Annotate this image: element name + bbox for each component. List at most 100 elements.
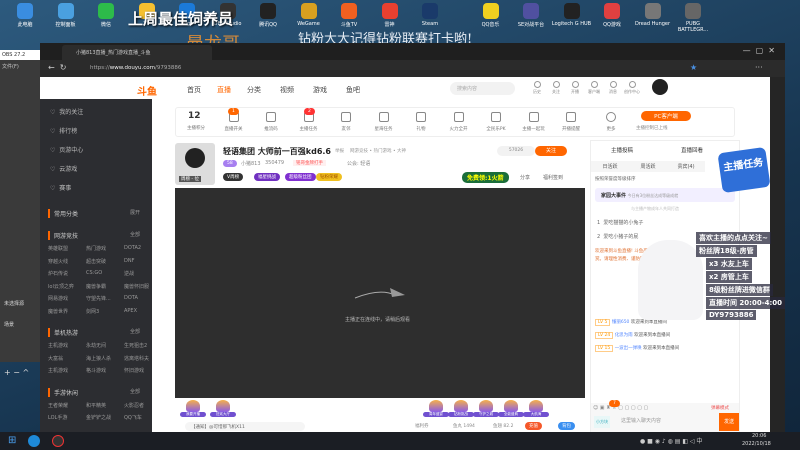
- toolbar-item[interactable]: 主播一起玩: [514, 112, 554, 132]
- category-link[interactable]: 火影忍者: [124, 402, 144, 409]
- toolbar-item[interactable]: 火力全开: [439, 112, 479, 132]
- tab-replay[interactable]: 直播回看: [681, 146, 703, 154]
- desktop-icon[interactable]: QQ音乐: [471, 3, 511, 28]
- toolbar-item[interactable]: 礼物: [401, 112, 441, 132]
- welfare-button[interactable]: 福利券: [415, 423, 429, 429]
- gift-item[interactable]: 周年盛宴: [423, 400, 449, 417]
- start-icon[interactable]: ⊞: [8, 435, 16, 446]
- desktop-icon[interactable]: QQ游戏: [592, 3, 632, 28]
- toolbar-item[interactable]: 推流码: [251, 112, 291, 132]
- header-icon-button[interactable]: 关注: [547, 81, 565, 95]
- obs-menu[interactable]: 文件(F): [2, 63, 19, 70]
- chat-username[interactable]: 一波出一弹唤: [615, 346, 642, 351]
- favorite-star-icon[interactable]: ★: [690, 63, 697, 72]
- follow-button[interactable]: 关注: [535, 146, 567, 156]
- url-input[interactable]: https://www.douyu.com/9793886: [80, 63, 760, 74]
- desktop-icon[interactable]: Steam: [410, 3, 450, 27]
- nav-item[interactable]: 游戏: [313, 85, 327, 95]
- notice-bar[interactable]: 【通知】@可惜那飞机X11: [185, 422, 305, 431]
- header-icon-button[interactable]: 消息: [604, 81, 622, 95]
- toolbar-item[interactable]: 直播开关: [214, 112, 254, 132]
- category-link[interactable]: DOTA2: [124, 245, 141, 251]
- category-link[interactable]: 超击突破: [86, 258, 106, 265]
- header-icon-button[interactable]: 历史: [528, 81, 546, 95]
- category-link[interactable]: 主机游戏: [48, 367, 68, 374]
- toolbar-item[interactable]: 主播任务: [289, 112, 329, 132]
- sidebar-item[interactable]: ♡ 排行榜: [50, 126, 77, 135]
- streamer-tag[interactable]: 钻粉荣耀: [316, 173, 342, 181]
- window-controls[interactable]: — ▢ ✕: [743, 46, 775, 55]
- sidebar-item[interactable]: ♡ 页游中心: [50, 145, 83, 154]
- obs-window[interactable]: OBS 27.2 文件(F) 未选择源 场景 + − ^: [0, 50, 42, 377]
- nav-item[interactable]: 鱼吧: [346, 85, 360, 95]
- chat-tab[interactable]: 周活跃: [629, 161, 667, 172]
- video-player[interactable]: 主播正在连线中，请稍后观看: [175, 188, 585, 398]
- category-link[interactable]: 永劫无间: [86, 342, 106, 349]
- nav-item[interactable]: 视频: [280, 85, 294, 95]
- desktop-icon[interactable]: Dread Hunger: [633, 3, 673, 27]
- streamer-tag[interactable]: 福星挑战: [254, 173, 280, 181]
- desktop-icon[interactable]: 微信: [86, 3, 126, 28]
- category-link[interactable]: 英雄联盟: [48, 245, 68, 252]
- section-more-link[interactable]: 展开: [130, 209, 140, 216]
- category-link[interactable]: 怀旧游戏: [124, 367, 144, 374]
- rank-row[interactable]: 2 爱吃小猪子的屁: [597, 233, 638, 240]
- streamer-avatar[interactable]: 周榜 - 位: [175, 143, 215, 185]
- tray-icons[interactable]: ● ■ ◉ ♪ ◍ ▤ ◧ ◁ 中: [640, 436, 702, 445]
- chat-input[interactable]: 这里输入聊天内容: [621, 417, 661, 424]
- send-button[interactable]: 发送: [719, 413, 739, 431]
- share-button[interactable]: 分享: [520, 174, 530, 181]
- tab-anchor-post[interactable]: 主播投稿: [611, 146, 633, 154]
- desktop-icon[interactable]: SE对战平台: [511, 3, 551, 28]
- category-link[interactable]: 海上狼人杀: [86, 355, 111, 362]
- header-icon-button[interactable]: 客户端: [585, 81, 603, 95]
- header-icon-button[interactable]: 创作中心: [623, 81, 641, 95]
- gift-item[interactable]: 大航海: [523, 400, 549, 417]
- chat-username[interactable]: 懂丽650: [612, 320, 630, 325]
- category-link[interactable]: 金铲铲之战: [86, 414, 111, 421]
- toolbar-item-more[interactable]: 更多: [591, 112, 631, 132]
- barrage-mode[interactable]: 弹幕模式: [711, 405, 729, 411]
- category-link[interactable]: lol云顶之弈: [48, 283, 74, 290]
- gift-item[interactable]: 全能盛典: [498, 400, 524, 417]
- desktop-icon[interactable]: 控制面板: [46, 3, 86, 28]
- desktop-icon[interactable]: 斗鱼TV: [329, 3, 369, 28]
- sidebar-item[interactable]: ♡ 云游戏: [50, 164, 77, 173]
- category-link[interactable]: 魔兽怀旧服: [124, 283, 149, 290]
- section-more-link[interactable]: 全部: [130, 328, 140, 335]
- stream-category[interactable]: 网游竞技 • 热门游戏 • 大神: [350, 148, 406, 154]
- desktop-icon[interactable]: Logitech G HUB: [552, 3, 592, 27]
- recharge-button[interactable]: 充值: [525, 422, 542, 430]
- browser-tab[interactable]: 小猪813直播_热门游戏直播_斗鱼: [62, 45, 212, 60]
- category-link[interactable]: 格斗游戏: [86, 367, 106, 374]
- chat-tab[interactable]: 日活跃: [591, 161, 629, 172]
- category-link[interactable]: 剑网3: [86, 308, 99, 315]
- nav-item[interactable]: 直播: [217, 85, 231, 95]
- category-link[interactable]: LOL手游: [48, 414, 67, 421]
- category-link[interactable]: QQ飞车: [124, 414, 142, 421]
- edge-taskbar-icon[interactable]: [28, 435, 40, 447]
- category-link[interactable]: CS:GO: [86, 270, 102, 276]
- toolbar-item[interactable]: 星海任务: [364, 112, 404, 132]
- category-link[interactable]: 和平精英: [86, 402, 106, 409]
- rank-row[interactable]: 1 爱吃猫猫的小兔子: [597, 219, 643, 226]
- obs-scene-controls[interactable]: + − ^: [4, 368, 29, 377]
- desktop-icon[interactable]: PUBG BATTLEGR...: [673, 3, 713, 33]
- category-link[interactable]: 魔兽争霸: [86, 283, 106, 290]
- section-more-link[interactable]: 全部: [130, 231, 140, 238]
- category-link[interactable]: 主机游戏: [48, 342, 68, 349]
- douyu-logo[interactable]: 斗鱼: [137, 83, 167, 98]
- gift-item[interactable]: 我要开播: [180, 400, 206, 417]
- streamer-tag[interactable]: V周榜: [223, 173, 244, 181]
- category-link[interactable]: DOTA: [124, 295, 138, 301]
- nav-item[interactable]: 首页: [187, 85, 201, 95]
- toolbar-item[interactable]: 友邻: [326, 112, 366, 132]
- category-link[interactable]: 生死狙击2: [124, 342, 147, 349]
- chat-username[interactable]: 化思为雨: [615, 333, 633, 338]
- chat-tool-icons[interactable]: ☺ ▣ ♜ ♕ ▢ ▢ ▢ ▢ ▢: [593, 405, 648, 411]
- report-link[interactable]: 举报: [335, 148, 344, 154]
- mini-button[interactable]: 小方块: [594, 416, 610, 428]
- guild-label[interactable]: 公会: 轻语: [347, 160, 370, 167]
- toolbar-item[interactable]: 开播提醒: [551, 112, 591, 132]
- category-link[interactable]: 魔兽世界: [48, 308, 68, 315]
